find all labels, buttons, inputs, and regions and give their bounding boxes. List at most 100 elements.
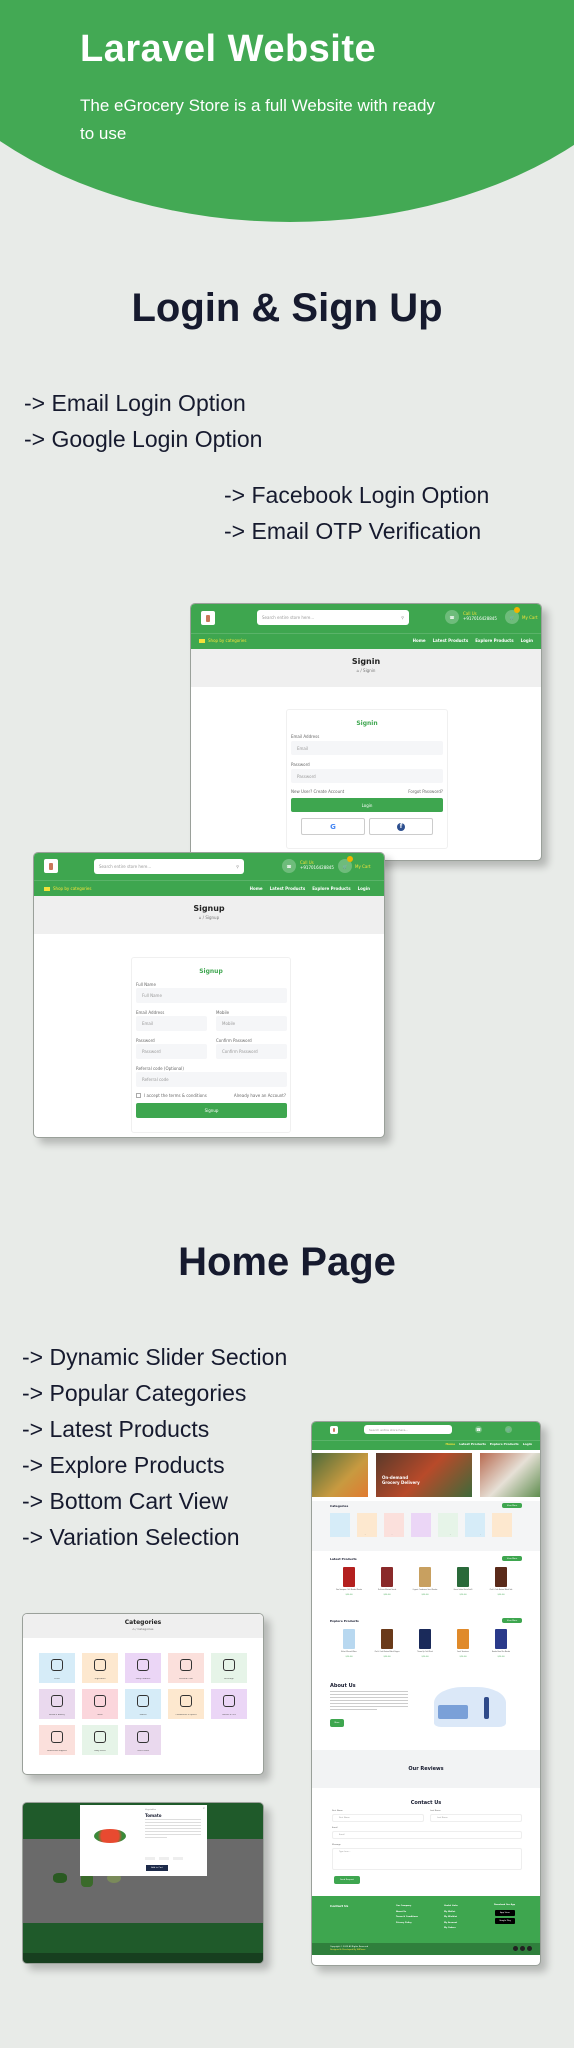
phone-icon[interactable]: ☎ xyxy=(475,1426,482,1433)
call-us[interactable]: ☎ Call Us +917016428845 xyxy=(445,610,497,624)
store-logo[interactable] xyxy=(330,1426,338,1434)
category-tile[interactable]: Sauces & Oils xyxy=(211,1689,247,1719)
nav-explore-products[interactable]: Explore Products xyxy=(312,886,350,891)
password-field[interactable]: Password xyxy=(291,769,443,783)
about-more-button[interactable]: More xyxy=(330,1719,344,1727)
already-account-link[interactable]: Already have an Account? xyxy=(234,1093,286,1098)
product-image xyxy=(457,1629,469,1649)
category-tile[interactable]: Vegetables xyxy=(357,1513,377,1537)
last-name-field[interactable]: Last Name xyxy=(430,1814,522,1822)
cart-button[interactable]: 🛒 My Cart xyxy=(505,607,538,624)
nav-login[interactable]: Login xyxy=(521,638,533,643)
referral-field[interactable]: Referral code xyxy=(136,1072,287,1087)
nav-home[interactable]: Home xyxy=(445,1442,455,1446)
search-input[interactable]: Search entire store here... ⚲ xyxy=(257,610,409,625)
category-tile[interactable]: Personal Care xyxy=(168,1653,204,1683)
send-request-button[interactable]: Send Request xyxy=(334,1876,360,1884)
forgot-password-link[interactable]: Forgot Password? xyxy=(408,789,443,794)
nav-login[interactable]: Login xyxy=(358,886,370,891)
product-card[interactable]: Chef's Cook Natural Black Salt $20.00 xyxy=(486,1565,516,1607)
nav-explore-products[interactable]: Explore Products xyxy=(475,638,513,643)
login-button[interactable]: Login xyxy=(291,798,443,812)
add-to-cart-button[interactable]: Add to Cart xyxy=(146,1865,168,1871)
category-tile[interactable]: Fruits xyxy=(330,1513,350,1537)
category-tile[interactable]: Dairy Products xyxy=(384,1513,404,1537)
password-field[interactable]: Password xyxy=(136,1044,207,1059)
product-card[interactable]: Brooke Bond Tea Masala $10.00 xyxy=(486,1627,516,1669)
mobile-field[interactable]: Mobile xyxy=(216,1016,287,1031)
close-icon[interactable]: × xyxy=(202,1806,205,1810)
product-card[interactable]: Bisleri Mineral Water $10.00 xyxy=(334,1627,364,1669)
category-tile[interactable]: Beverage xyxy=(438,1513,458,1537)
category-tile[interactable]: Dairy Products xyxy=(125,1653,161,1683)
terms-checkbox[interactable] xyxy=(136,1093,141,1098)
email-field[interactable]: Email xyxy=(136,1016,207,1031)
view-more-button[interactable]: View More xyxy=(502,1503,522,1508)
footer-link[interactable]: My Wishlist xyxy=(444,1915,458,1921)
product-card[interactable]: Fresh Tomatoes $10.00 xyxy=(448,1627,478,1669)
category-tile[interactable]: Fruits xyxy=(39,1653,75,1683)
nav-home[interactable]: Home xyxy=(250,886,263,891)
store-logo[interactable] xyxy=(201,611,215,625)
category-tile[interactable]: Vegetables xyxy=(82,1653,118,1683)
hero-slider[interactable]: On-demand Grocery Delivery xyxy=(312,1453,540,1501)
confirm-password-field[interactable]: Confirm Password xyxy=(216,1044,287,1059)
category-tile[interactable]: Baby Items xyxy=(82,1725,118,1755)
category-tile[interactable]: Household Supplies xyxy=(39,1725,75,1755)
product-card[interactable]: Delicious Mustard Seeds $20.00 xyxy=(372,1565,402,1607)
variation-option[interactable] xyxy=(159,1857,169,1860)
nav-latest-products[interactable]: Latest Products xyxy=(459,1442,486,1446)
search-input[interactable]: Search entire store here... xyxy=(364,1425,452,1434)
category-tile[interactable]: Condiments & Spices xyxy=(168,1689,204,1719)
twitter-icon[interactable] xyxy=(527,1946,532,1951)
cart-icon[interactable]: 🛒 xyxy=(505,1426,512,1433)
variation-option[interactable] xyxy=(145,1857,155,1860)
facebook-icon[interactable] xyxy=(513,1946,518,1951)
nav-latest-products[interactable]: Latest Products xyxy=(433,638,469,643)
category-tile[interactable]: Meat xyxy=(82,1689,118,1719)
first-name-field[interactable]: First Name xyxy=(332,1814,424,1822)
search-icon[interactable]: ⚲ xyxy=(401,615,409,620)
product-card[interactable]: Green Italian Pasta Fusilli $10.00 xyxy=(448,1565,478,1607)
shop-by-categories[interactable]: Shop by categories xyxy=(199,638,246,643)
call-us[interactable]: ☎ Call Us +917016428845 xyxy=(282,859,334,873)
full-name-field[interactable]: Full Name xyxy=(136,988,287,1003)
footer-link[interactable]: Terms & Conditions xyxy=(396,1915,418,1921)
signup-button[interactable]: Signup xyxy=(136,1103,287,1118)
category-tile[interactable]: Bread & Bakery xyxy=(39,1689,75,1719)
category-tile[interactable]: Bread & Bakery xyxy=(465,1513,485,1537)
google-login-button[interactable]: G xyxy=(301,818,365,835)
category-tile[interactable]: Other Items xyxy=(125,1725,161,1755)
email-field[interactable]: Email xyxy=(291,741,443,755)
product-card[interactable]: Organic Cardamom Seed Powder $20.00 xyxy=(410,1565,440,1607)
email-field[interactable]: Email xyxy=(332,1831,522,1839)
variation-option[interactable] xyxy=(173,1857,183,1860)
app-store-badge[interactable]: App Store xyxy=(495,1910,515,1916)
nav-login[interactable]: Login xyxy=(523,1442,532,1446)
nav-home[interactable]: Home xyxy=(413,638,426,643)
footer-link[interactable]: Privacy Policy xyxy=(396,1921,418,1927)
nav-explore-products[interactable]: Explore Products xyxy=(490,1442,519,1446)
view-more-button[interactable]: View More xyxy=(502,1556,522,1561)
product-card[interactable]: Thums Up Cold Drink $10.00 xyxy=(410,1627,440,1669)
search-input[interactable]: Search entire store here... ⚲ xyxy=(94,859,244,874)
google-play-badge[interactable]: Google Play xyxy=(495,1918,515,1924)
category-tile[interactable]: Personal Care xyxy=(411,1513,431,1537)
create-account-link[interactable]: New User? Create Account xyxy=(291,789,344,794)
shop-by-categories[interactable]: Shop by categories xyxy=(44,886,91,891)
category-tile[interactable]: Snacks xyxy=(125,1689,161,1719)
search-icon[interactable]: ⚲ xyxy=(236,864,244,869)
product-card[interactable]: Tata Sampann Chili Powder Masala $20.00 xyxy=(334,1565,364,1607)
cart-button[interactable]: 🛒 My Cart xyxy=(338,856,371,873)
instagram-icon[interactable] xyxy=(520,1946,525,1951)
footer-link[interactable]: My Orders xyxy=(444,1926,458,1932)
variation-options xyxy=(145,1857,183,1860)
message-field[interactable]: Type here... xyxy=(332,1848,522,1870)
category-tile[interactable]: Meat xyxy=(492,1513,512,1537)
facebook-login-button[interactable]: f xyxy=(369,818,433,835)
view-more-button[interactable]: View More xyxy=(502,1618,522,1623)
nav-latest-products[interactable]: Latest Products xyxy=(270,886,306,891)
store-logo[interactable] xyxy=(44,859,58,873)
product-card[interactable]: Chef's Cook Natural Black Pepper $20.00 xyxy=(372,1627,402,1669)
category-tile[interactable]: Beverage xyxy=(211,1653,247,1683)
